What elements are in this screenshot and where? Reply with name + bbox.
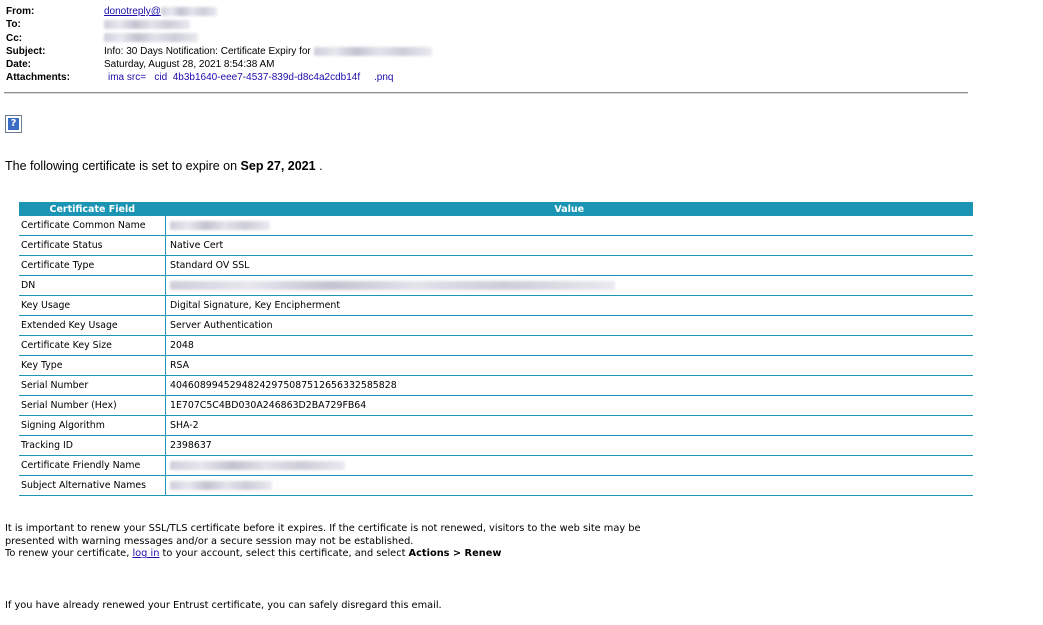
renew-middle: to your account, select this certificate… — [159, 548, 409, 559]
date-label: Date: — [6, 59, 32, 71]
table-row: Extended Key Usage Server Authentication — [19, 315, 973, 336]
field-value: Standard OV SSL — [165, 255, 973, 276]
attachments-row: Attachments: ima src= cid 4b3b1640-eee7-… — [6, 71, 986, 84]
table-row: Key Usage Digital Signature, Key Enciphe… — [19, 295, 973, 316]
intro-prefix: The following certificate is set to expi… — [5, 159, 241, 173]
from-email-link[interactable]: donotreply@ — [104, 6, 161, 17]
broken-image-icon[interactable]: ? — [5, 115, 22, 133]
field-name: DN — [19, 275, 166, 296]
table-row: Certificate Type Standard OV SSL — [19, 255, 973, 276]
field-name: Certificate Key Size — [19, 335, 166, 356]
table-row: Key Type RSA — [19, 355, 973, 376]
table-row: Certificate Common Name — [19, 216, 973, 236]
field-value: 1E707C5C4BD030A246863D2BA729FB64 — [165, 395, 973, 416]
field-name: Certificate Common Name — [19, 216, 166, 236]
redacted-value — [170, 281, 615, 290]
field-value — [165, 455, 973, 476]
field-value — [165, 216, 973, 236]
table-header-row: Certificate Field Value — [19, 202, 973, 216]
field-name: Key Type — [19, 355, 166, 376]
from-label: From: — [6, 6, 35, 17]
to-label: To: — [6, 19, 21, 31]
question-mark-icon: ? — [8, 118, 19, 130]
table-row: Serial Number 40460899452948242975087512… — [19, 375, 973, 396]
table-row: DN — [19, 275, 973, 296]
table-row: Serial Number (Hex) 1E707C5C4BD030A24686… — [19, 395, 973, 416]
table-row: Certificate Key Size 2048 — [19, 335, 973, 356]
subject-row: Subject: Info: 30 Days Notification: Cer… — [6, 45, 986, 58]
field-value: Digital Signature, Key Encipherment — [165, 295, 973, 316]
attachment-link[interactable]: ima src= cid 4b3b1640-eee7-4537-839d-d8c… — [104, 72, 393, 83]
cc-label: Cc: — [6, 32, 23, 44]
from-row: From: donotreply@ — [6, 5, 986, 18]
field-value — [165, 475, 973, 496]
redacted-value — [170, 481, 272, 490]
redacted-from-domain — [160, 6, 217, 16]
field-name: Extended Key Usage — [19, 315, 166, 336]
subject-value: Info: 30 Days Notification: Certificate … — [104, 45, 311, 57]
field-value: RSA — [165, 355, 973, 376]
field-value: Native Cert — [165, 235, 973, 256]
renew-action: Actions > Renew — [408, 548, 502, 559]
field-name: Key Usage — [19, 295, 166, 316]
table-row: Certificate Friendly Name — [19, 455, 973, 476]
field-name: Certificate Type — [19, 255, 166, 276]
certificate-table: Certificate Field Value Certificate Comm… — [19, 202, 973, 496]
redacted-to-address — [104, 20, 190, 30]
closing-note: If you have already renewed your Entrust… — [5, 600, 442, 611]
field-name: Serial Number — [19, 375, 166, 396]
field-value — [165, 275, 973, 296]
column-header-field: Certificate Field — [19, 202, 166, 216]
field-name: Serial Number (Hex) — [19, 395, 166, 416]
field-value: Server Authentication — [165, 315, 973, 336]
date-value: Saturday, August 28, 2021 8:54:38 AM — [104, 59, 275, 71]
field-name: Signing Algorithm — [19, 415, 166, 436]
renewal-instructions: To renew your certificate, log in to you… — [5, 548, 641, 561]
email-header: From: donotreply@ To: Cc: Subject: Info:… — [6, 5, 986, 85]
expiry-date: Sep 27, 2021 — [240, 159, 316, 173]
to-row: To: — [6, 18, 986, 31]
field-value: 2398637 — [165, 435, 973, 456]
table-row: Tracking ID 2398637 — [19, 435, 973, 456]
field-name: Certificate Status — [19, 235, 166, 256]
intro-text: The following certificate is set to expi… — [5, 159, 323, 173]
attachments-label: Attachments: — [6, 72, 70, 84]
login-link[interactable]: log in — [132, 548, 159, 559]
subject-label: Subject: — [6, 45, 46, 57]
field-value: SHA-2 — [165, 415, 973, 436]
field-name: Certificate Friendly Name — [19, 455, 166, 476]
field-name: Tracking ID — [19, 435, 166, 456]
field-name: Subject Alternative Names — [19, 475, 166, 496]
renew-prefix: To renew your certificate, — [5, 548, 133, 559]
header-divider — [4, 92, 968, 94]
date-row: Date: Saturday, August 28, 2021 8:54:38 … — [6, 58, 986, 71]
field-value: 40460899452948242975087512656332585828 — [165, 375, 973, 396]
renewal-notice-line2: presented with warning messages and/or a… — [5, 535, 414, 547]
table-row: Signing Algorithm SHA-2 — [19, 415, 973, 436]
intro-tail: . — [315, 159, 323, 173]
redacted-value — [170, 221, 270, 230]
column-header-value: Value — [165, 202, 973, 216]
renewal-notice-line1: It is important to renew your SSL/TLS ce… — [5, 523, 641, 534]
table-row: Certificate Status Native Cert — [19, 235, 973, 256]
renewal-notice: It is important to renew your SSL/TLS ce… — [5, 523, 641, 561]
redacted-cc-address — [104, 33, 198, 43]
redacted-subject-domain — [313, 46, 432, 56]
field-value: 2048 — [165, 335, 973, 356]
table-row: Subject Alternative Names — [19, 475, 973, 496]
cc-row: Cc: — [6, 32, 986, 45]
redacted-value — [170, 461, 345, 470]
